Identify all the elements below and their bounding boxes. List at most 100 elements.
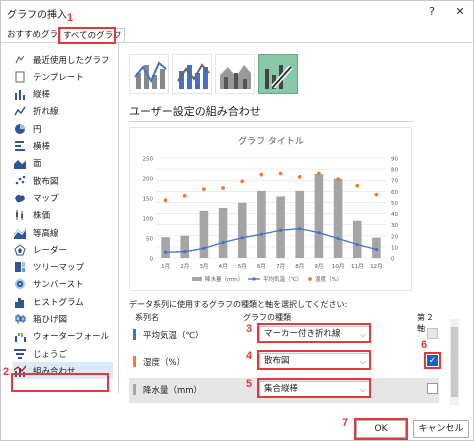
series-color-marker bbox=[133, 384, 136, 395]
panel-divider bbox=[118, 43, 119, 393]
funnel-chart-icon bbox=[13, 347, 26, 360]
section-title: ユーザー設定の組み合わせ bbox=[129, 105, 261, 118]
sidebar-item-surface-chart[interactable]: 等高線 bbox=[13, 224, 113, 241]
legend-swatch bbox=[192, 277, 202, 281]
y2-tick-label: 60 bbox=[391, 190, 398, 196]
series-name: 湿度（%） bbox=[143, 358, 186, 368]
sidebar-item-label: 面 bbox=[33, 159, 42, 170]
stock-chart-icon bbox=[13, 209, 26, 222]
x-tick-label: 7月 bbox=[276, 263, 285, 270]
bar bbox=[372, 237, 381, 258]
bar bbox=[352, 220, 362, 258]
map-chart-icon bbox=[13, 191, 26, 204]
bar bbox=[237, 202, 247, 258]
sidebar-item-label: 最近使用したグラフ bbox=[33, 55, 110, 66]
chart-title: グラフ タイトル bbox=[238, 135, 304, 147]
sidebar-item-label: 縦棒 bbox=[33, 90, 51, 101]
sidebar-item-label: マップ bbox=[33, 193, 59, 204]
help-button[interactable]: ? bbox=[421, 3, 443, 21]
sidebar-item-scatter-chart[interactable]: 散布図 bbox=[13, 172, 113, 189]
sidebar-item-bar-chart[interactable]: 横棒 bbox=[13, 138, 113, 155]
cancel-button[interactable]: キャンセル bbox=[413, 420, 469, 438]
histogram-chart-icon bbox=[13, 295, 26, 308]
step-label-2: 2 bbox=[3, 366, 10, 378]
sidebar-item-area-chart[interactable]: 面 bbox=[13, 155, 113, 172]
sidebar-item-radar-chart[interactable]: レーダー bbox=[13, 241, 113, 258]
sidebar-item-column-chart[interactable]: 縦棒 bbox=[13, 86, 113, 103]
bar bbox=[180, 235, 190, 258]
step-label-7: 7 bbox=[342, 417, 349, 429]
line-point bbox=[278, 228, 283, 232]
y2-tick-label: 70 bbox=[391, 179, 398, 185]
line-point bbox=[221, 240, 225, 245]
sidebar-item-label: ヒストグラム bbox=[33, 297, 84, 308]
bar bbox=[218, 208, 228, 258]
line-point bbox=[202, 246, 206, 250]
sidebar-item-sunburst-chart[interactable]: サンバースト bbox=[13, 276, 113, 293]
y2-tick-label: 40 bbox=[391, 212, 398, 218]
line-point bbox=[317, 231, 321, 235]
series-name: 平均気温（℃） bbox=[143, 331, 204, 341]
bar bbox=[161, 237, 170, 258]
line-point bbox=[374, 247, 379, 252]
chart-type-sidebar: 最近使用したグラフテンプレート縦棒折れ線円横棒面散布図マップ株価等高線 レーダーツ… bbox=[7, 51, 115, 396]
sidebar-item-waterfall-chart[interactable]: ウォーターフォール bbox=[13, 328, 113, 345]
sidebar-item-funnel-chart[interactable]: じょうご bbox=[13, 345, 113, 362]
y-tick-label: 0 bbox=[150, 257, 154, 263]
sidebar-item-treemap-chart[interactable]: ツリーマップ bbox=[13, 259, 113, 276]
sidebar-item-recent[interactable]: 最近使用したグラフ bbox=[13, 51, 113, 68]
sidebar-item-label: サンバースト bbox=[33, 280, 84, 291]
line-point bbox=[240, 236, 244, 240]
close-button[interactable]: ✕ bbox=[449, 3, 471, 21]
recent-icon bbox=[13, 53, 26, 66]
scrollbar-thumb[interactable] bbox=[451, 327, 458, 397]
scatter-point bbox=[317, 171, 321, 176]
line-chart-icon bbox=[13, 105, 26, 118]
sidebar-item-histogram-chart[interactable]: ヒストグラム bbox=[13, 293, 113, 310]
legend-label: 湿度（%） bbox=[315, 275, 342, 283]
highlight-box-7 bbox=[354, 418, 408, 440]
scatter-point bbox=[259, 172, 264, 177]
sidebar-item-stock-chart[interactable]: 株価 bbox=[13, 207, 113, 224]
y-tick-label: 250 bbox=[143, 157, 154, 163]
header-series-name: 系列名 bbox=[135, 313, 159, 322]
sidebar-item-label: 横棒 bbox=[33, 142, 51, 152]
secondary-axis-checkbox[interactable] bbox=[427, 328, 438, 339]
y2-tick-label: 50 bbox=[391, 201, 398, 207]
y2-tick-label: 80 bbox=[391, 168, 398, 174]
bar-chart-icon bbox=[13, 140, 26, 153]
scatter-chart-icon bbox=[13, 174, 26, 187]
sidebar-item-label: じょうご bbox=[33, 349, 68, 360]
series-scrollbar[interactable] bbox=[450, 319, 459, 405]
sidebar-item-pie-chart[interactable]: 円 bbox=[13, 120, 113, 137]
sidebar-item-line-chart[interactable]: 折れ線 bbox=[13, 103, 113, 120]
sunburst-chart-icon bbox=[13, 278, 26, 291]
area-chart-icon bbox=[13, 157, 26, 170]
step-label-1: 1 bbox=[67, 12, 74, 24]
pie-chart-icon bbox=[13, 122, 26, 135]
x-tick-label: 1月 bbox=[161, 263, 170, 270]
sidebar-item-template[interactable]: テンプレート bbox=[13, 68, 113, 85]
combo-column-line-secondary-option[interactable] bbox=[172, 54, 212, 94]
secondary-axis-checkbox[interactable] bbox=[427, 383, 438, 394]
scatter-point bbox=[221, 186, 225, 190]
combo-clustered-column-line-option[interactable] bbox=[129, 54, 169, 94]
bar bbox=[199, 210, 209, 258]
sidebar-item-label: 株価 bbox=[33, 211, 51, 222]
combo-area-column-option[interactable] bbox=[215, 54, 255, 94]
combo-area-column-icon bbox=[220, 65, 251, 89]
sidebar-item-label: ツリーマップ bbox=[33, 263, 85, 274]
custom-combination-option[interactable] bbox=[258, 54, 298, 94]
sidebar-item-map-chart[interactable]: マップ bbox=[13, 189, 113, 206]
y2-tick-label: 30 bbox=[391, 223, 398, 229]
surface-chart-icon bbox=[13, 226, 26, 239]
section-rule bbox=[129, 121, 413, 122]
sidebar-item-box-whisker-chart[interactable]: 箱ひげ図 bbox=[13, 311, 113, 328]
sidebar-item-label: 散布図 bbox=[33, 176, 59, 187]
highlight-box-5 bbox=[257, 378, 371, 398]
x-tick-label: 8月 bbox=[295, 263, 304, 270]
line-point bbox=[336, 236, 340, 241]
waterfall-chart-icon bbox=[13, 330, 26, 343]
template-icon bbox=[13, 70, 26, 83]
x-tick-label: 3月 bbox=[199, 263, 208, 270]
